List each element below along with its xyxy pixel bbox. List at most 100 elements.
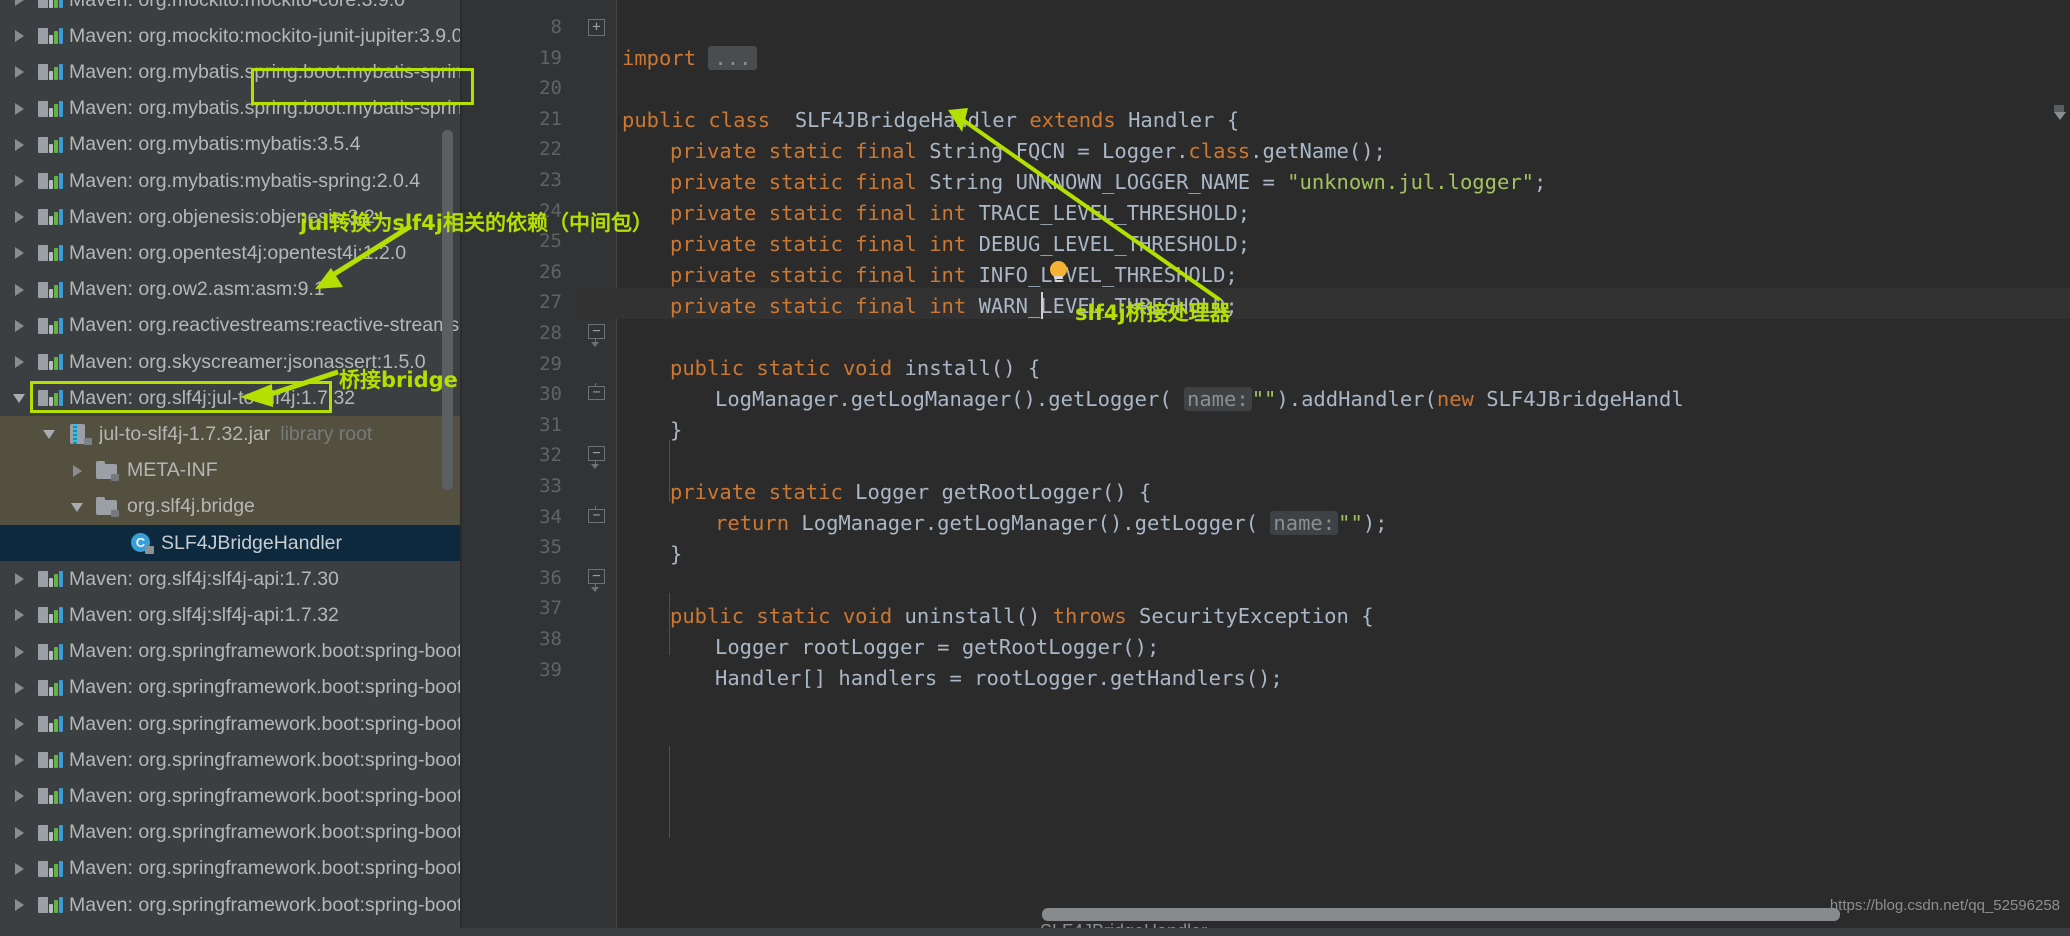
chevron-right-icon[interactable] <box>10 99 30 119</box>
chevron-right-icon[interactable] <box>10 750 30 770</box>
tree-vertical-scrollbar[interactable] <box>442 130 453 490</box>
code-line-38[interactable]: Handler[] handlers = rootLogger.getHandl… <box>462 632 2070 690</box>
maven-icon <box>38 823 63 843</box>
code-editor[interactable]: 8 +19 20 21 22 23 24 25 26 27 28−29 30−31 32−33 34−35… <box>462 0 2070 936</box>
chevron-right-icon[interactable] <box>10 642 30 662</box>
chevron-right-icon[interactable] <box>10 316 30 336</box>
intention-bulb-icon[interactable] <box>1050 261 1068 283</box>
maven-icon <box>38 642 63 662</box>
chevron-right-icon[interactable] <box>10 135 30 155</box>
tree-item[interactable]: Maven: org.mybatis.spring.boot:mybatis-s… <box>0 54 460 90</box>
maven-icon <box>38 786 63 806</box>
tree-item[interactable]: Maven: org.springframework.boot:spring-b… <box>0 851 460 887</box>
tree-item-label: META-INF <box>127 459 218 482</box>
chevron-right-icon[interactable] <box>68 461 88 481</box>
code-line-28[interactable]: public static void install() { <box>462 322 2070 380</box>
tree-item-label: Maven: org.springframework.boot:spring-b… <box>69 712 460 735</box>
chevron-right-icon[interactable] <box>10 714 30 734</box>
tree-item[interactable]: META-INF <box>0 452 460 489</box>
tree-item[interactable]: Maven: org.mockito:mockito-junit-jupiter… <box>0 18 460 54</box>
chevron-right-icon[interactable] <box>10 352 30 372</box>
code-line-24[interactable]: private static final int DEBUG_LEVEL_THR… <box>462 198 2070 256</box>
tree-item[interactable]: C SLF4JBridgeHandler <box>0 525 460 562</box>
chevron-right-icon[interactable] <box>10 243 30 263</box>
tree-item[interactable]: Maven: org.springframework.boot:spring-b… <box>0 706 460 742</box>
chevron-right-icon[interactable] <box>10 678 30 698</box>
text-caret <box>1041 292 1043 319</box>
chevron-down-icon[interactable] <box>40 424 60 444</box>
chevron-right-icon[interactable] <box>10 823 30 843</box>
code-line-21[interactable]: private static final String FQCN = Logge… <box>462 105 2070 163</box>
chevron-right-icon[interactable] <box>10 895 30 915</box>
editor-vertical-scrollbar-thumb[interactable] <box>2054 105 2064 112</box>
tree-item[interactable]: Maven: org.slf4j:slf4j-api:1.7.30 <box>0 561 460 597</box>
chevron-down-icon[interactable] <box>10 388 30 408</box>
tree-item[interactable]: Maven: org.slf4j:slf4j-api:1.7.32 <box>0 597 460 633</box>
tree-item[interactable]: Maven: org.mybatis.spring.boot:mybatis-s… <box>0 91 460 127</box>
code-line-35[interactable] <box>462 539 2070 570</box>
maven-icon <box>38 605 63 625</box>
tree-item-label: Maven: org.mybatis:mybatis-spring:2.0.4 <box>69 169 421 192</box>
tree-item[interactable]: Maven: org.slf4j:jul-to-slf4j:1.7.32 <box>0 380 460 416</box>
tree-item-label: Maven: org.slf4j:slf4j-api:1.7.30 <box>69 567 339 590</box>
tree-item[interactable]: Maven: org.springframework.boot:spring-b… <box>0 815 460 851</box>
code-line-23[interactable]: private static final int TRACE_LEVEL_THR… <box>462 167 2070 225</box>
tree-item[interactable]: Maven: org.reactivestreams:reactive-stre… <box>0 308 460 344</box>
code-line-30[interactable]: } <box>462 384 2070 442</box>
code-line-8[interactable]: import ... <box>462 12 2070 70</box>
jar-icon <box>68 423 92 446</box>
project-tree-panel[interactable]: Maven: org.mockito:mockito-core:3.9.0 Mav… <box>0 0 460 936</box>
tree-item[interactable]: Maven: org.springframework.boot:spring-b… <box>0 778 460 814</box>
tree-item[interactable]: Maven: org.springframework.boot:spring-b… <box>0 670 460 706</box>
chevron-right-icon[interactable] <box>10 207 30 227</box>
tree-item-label: Maven: org.opentest4j:opentest4j:1.2.0 <box>69 241 407 264</box>
chevron-right-icon[interactable] <box>10 26 30 46</box>
chevron-right-icon[interactable] <box>10 0 30 10</box>
tree-item-label: Maven: org.mockito:mockito-core:3.9.0 <box>69 0 405 12</box>
code-line-31[interactable] <box>462 415 2070 446</box>
editor-horizontal-scrollbar[interactable] <box>1042 908 1840 921</box>
code-line-33[interactable]: return LogManager.getLogManager().getLog… <box>462 477 2070 535</box>
chevron-right-icon[interactable] <box>10 62 30 82</box>
tree-item-label: Maven: org.springframework.boot:spring-b… <box>69 676 460 699</box>
folder-icon <box>96 460 120 481</box>
chevron-down-icon[interactable] <box>68 497 88 517</box>
code-line-20[interactable]: public class SLF4JBridgeHandler extends … <box>462 74 2070 132</box>
scroll-up-arrow-icon[interactable] <box>2054 112 2066 120</box>
code-line-29[interactable]: LogManager.getLogManager().getLogger( na… <box>462 353 2070 411</box>
code-line-19[interactable] <box>462 43 2070 74</box>
code-line-34[interactable]: } <box>462 508 2070 566</box>
code-line-36[interactable]: public static void uninstall() throws Se… <box>462 570 2070 628</box>
tree-item[interactable]: Maven: org.objenesis:objenesis:3.2 <box>0 199 460 235</box>
code-line-27[interactable] <box>462 291 2070 322</box>
tree-item[interactable]: Maven: org.skyscreamer:jsonassert:1.5.0 <box>0 344 460 380</box>
tree-item-label: org.slf4j.bridge <box>127 495 255 518</box>
tree-item[interactable]: Maven: org.mybatis:mybatis-spring:2.0.4 <box>0 163 460 199</box>
maven-icon <box>38 62 63 82</box>
code-line-25[interactable]: private static final int INFO_LEVEL_THRE… <box>462 229 2070 287</box>
tree-item-label: Maven: org.skyscreamer:jsonassert:1.5.0 <box>69 350 426 373</box>
tree-item[interactable]: org.slf4j.bridge <box>0 488 460 525</box>
code-line-22[interactable]: private static final String UNKNOWN_LOGG… <box>462 136 2070 194</box>
tree-item[interactable]: Maven: org.springframework.boot:spring-b… <box>0 887 460 923</box>
tree-item[interactable]: jul-to-slf4j-1.7.32.jar library root <box>0 416 460 453</box>
chevron-right-icon[interactable] <box>10 569 30 589</box>
tree-item[interactable]: Maven: org.ow2.asm:asm:9.1 <box>0 272 460 308</box>
tree-item[interactable]: Maven: org.mybatis:mybatis:3.5.4 <box>0 127 460 163</box>
chevron-right-icon[interactable] <box>10 605 30 625</box>
maven-icon <box>38 388 63 408</box>
chevron-right-icon[interactable] <box>10 280 30 300</box>
tree-item[interactable]: Maven: org.springframework.boot:spring-b… <box>0 634 460 670</box>
tree-item[interactable]: Maven: org.mockito:mockito-core:3.9.0 <box>0 0 460 18</box>
code-line-39[interactable] <box>462 663 2070 694</box>
code-line-37[interactable]: Logger rootLogger = getRootLogger(); <box>462 601 2070 659</box>
tree-item[interactable]: Maven: org.opentest4j:opentest4j:1.2.0 <box>0 235 460 271</box>
code-line-32[interactable]: private static Logger getRootLogger() { <box>462 446 2070 504</box>
maven-icon <box>38 316 63 336</box>
chevron-right-icon[interactable] <box>10 786 30 806</box>
code-line-26[interactable]: private static final int WARN_LEVEL_THRE… <box>462 260 2070 318</box>
chevron-right-icon[interactable] <box>10 859 30 879</box>
tree-item[interactable]: Maven: org.springframework.boot:spring-b… <box>0 742 460 778</box>
maven-icon <box>38 243 63 263</box>
chevron-right-icon[interactable] <box>10 171 30 191</box>
